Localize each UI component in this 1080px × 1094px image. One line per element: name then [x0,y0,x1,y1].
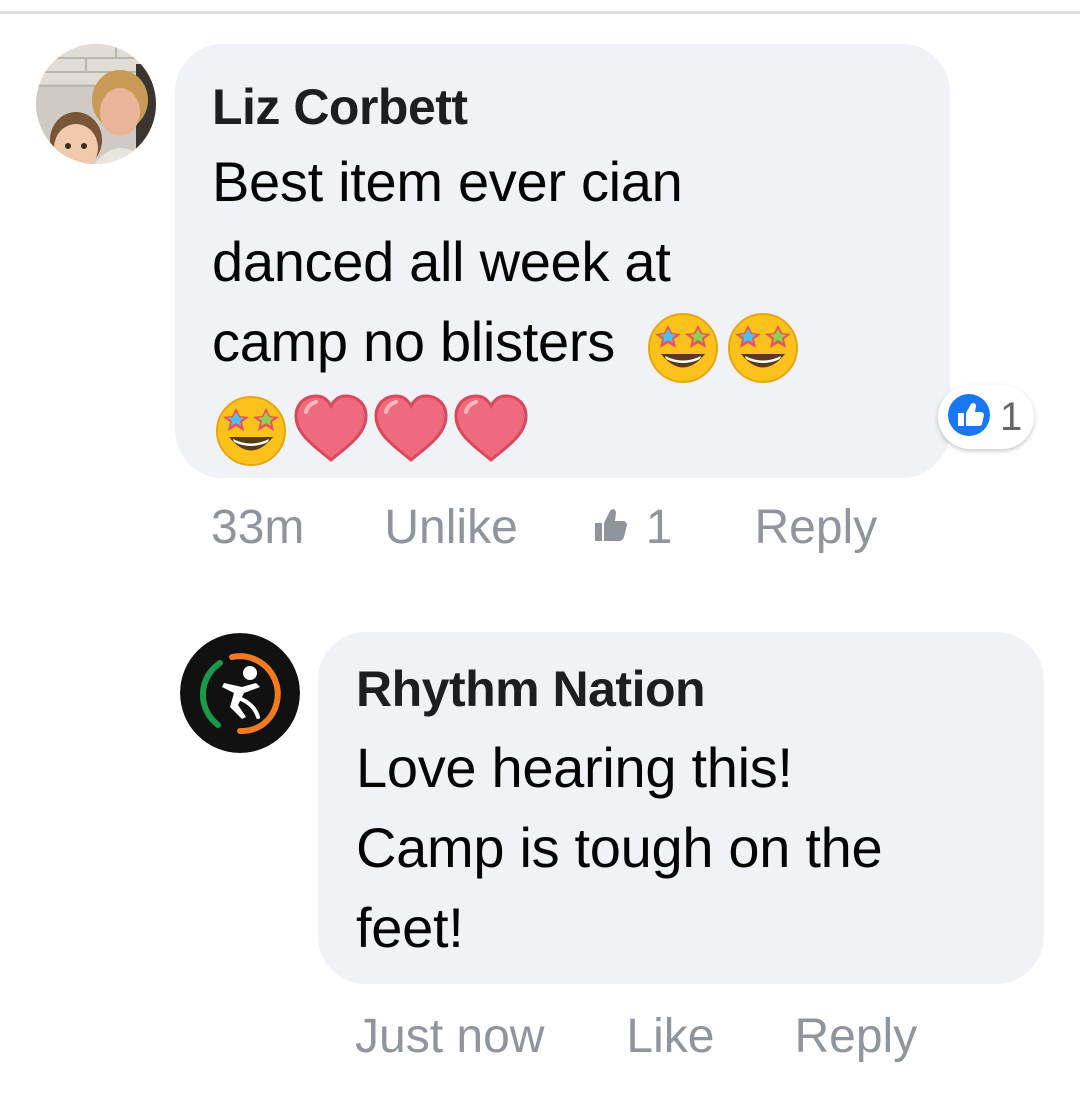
avatar-rhythm-nation[interactable] [180,633,300,753]
emoji-line [212,385,950,468]
unlike-button[interactable]: Unlike [384,500,517,555]
comment-text-line-with-emoji: camp no blisters [212,302,950,385]
heart-emoji [372,390,450,468]
comment-author[interactable]: Liz Corbett [212,76,950,138]
comment-text-line: Best item ever cian [212,150,683,213]
star-struck-emoji [644,307,722,385]
reply-button[interactable]: Reply [794,1009,917,1064]
like-count[interactable]: 1 [646,500,673,555]
reaction-summary[interactable]: 1 [938,385,1034,449]
heart-emoji [292,390,370,468]
comment-text-line: feet! [356,896,464,959]
comment-text: Love hearing this! Camp is tough on the … [356,728,1044,968]
comment-bubble-liz-corbett[interactable]: Liz Corbett Best item ever cian danced a… [175,44,950,478]
comment-text-line: Love hearing this! [356,736,793,799]
star-struck-emoji [212,390,290,468]
like-count-thumb-icon[interactable] [592,500,628,555]
comment-timestamp[interactable]: Just now [355,1009,544,1064]
reply-button[interactable]: Reply [754,500,877,555]
reaction-count: 1 [1000,394,1023,439]
avatar-liz-corbett[interactable] [36,44,156,164]
comment-text-line: Camp is tough on the [356,816,883,879]
like-button[interactable]: Like [626,1009,714,1064]
rhythm-nation-logo-icon [180,633,300,753]
star-struck-emoji [724,307,802,385]
comment-timestamp[interactable]: 33m [211,500,304,555]
comment-text-line: camp no blisters [212,310,615,373]
comment-text: Best item ever cian danced all week at c… [212,142,950,468]
like-icon [944,390,994,445]
top-divider [0,0,1080,14]
comment-text-line: danced all week at [212,230,671,293]
comment-actions: Just now Like Reply [355,1005,917,1067]
profile-photo-icon [36,44,156,164]
heart-emoji [452,390,530,468]
comment-bubble-rhythm-nation[interactable]: Rhythm Nation Love hearing this! Camp is… [318,632,1044,984]
comment-actions: 33m Unlike 1 Reply [211,496,877,558]
comment-author[interactable]: Rhythm Nation [356,658,1044,720]
